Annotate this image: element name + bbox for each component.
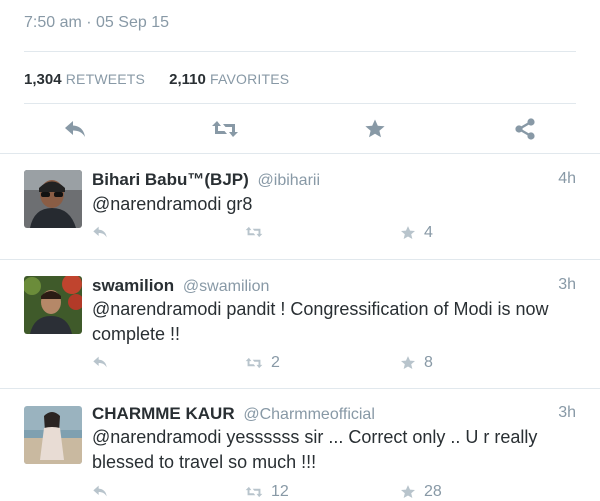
display-name[interactable]: CHARMME KAUR	[92, 404, 235, 423]
reply-text: @narendramodi gr8	[92, 194, 253, 214]
retweet-button[interactable]: 12	[245, 483, 289, 501]
retweet-button[interactable]	[209, 114, 241, 144]
favorite-button[interactable]: 8	[400, 354, 433, 372]
favorite-button[interactable]: 4	[400, 224, 433, 242]
reply-button[interactable]	[92, 484, 108, 498]
divider	[24, 51, 576, 52]
avatar[interactable]	[24, 276, 82, 334]
reply-icon	[93, 356, 107, 368]
display-name[interactable]: Bihari Babu™(BJP)	[92, 170, 249, 189]
retweet-icon	[245, 226, 263, 238]
retweet-button[interactable]: 2	[245, 354, 280, 372]
retweets-label: RETWEETS	[65, 71, 146, 87]
favorite-icon	[401, 226, 415, 240]
favorite-count: 28	[424, 483, 442, 500]
favorite-count: 8	[424, 354, 433, 371]
avatar[interactable]	[24, 406, 82, 464]
reply-time: 3h	[558, 276, 576, 293]
favorites-count: 2,110	[169, 71, 206, 88]
reply-header: swamilion @swamilion	[92, 276, 269, 296]
reply-time: 4h	[558, 170, 576, 187]
divider	[24, 103, 576, 104]
retweet-icon	[212, 121, 238, 137]
reply-tweet[interactable]: CHARMME KAUR @Charmmeofficial 3h @narend…	[0, 389, 600, 500]
reply-text: @narendramodi pandit ! Congressification…	[92, 299, 549, 344]
retweet-icon	[245, 486, 263, 498]
reply-icon	[65, 121, 85, 137]
reply-header: Bihari Babu™(BJP) @ibiharii	[92, 170, 320, 190]
reply-button[interactable]	[92, 225, 108, 239]
reply-icon	[93, 485, 107, 497]
username[interactable]: @swamilion	[183, 278, 269, 295]
reply-button[interactable]	[59, 114, 91, 144]
retweet-count: 2	[271, 354, 280, 371]
reply-tweet[interactable]: swamilion @swamilion 3h @narendramodi pa…	[0, 260, 600, 388]
favorite-icon	[401, 485, 415, 499]
reply-button[interactable]	[92, 355, 108, 369]
favorite-count: 4	[424, 224, 433, 241]
avatar[interactable]	[24, 170, 82, 228]
share-button[interactable]	[509, 114, 541, 144]
tweet-stats: 1,304 RETWEETS 2,110 FAVORITES	[24, 71, 289, 88]
tweet-actions	[0, 114, 600, 144]
username[interactable]: @ibiharii	[258, 172, 320, 189]
reply-icon	[93, 226, 107, 238]
retweet-button[interactable]	[245, 225, 271, 239]
reply-text: @narendramodi yessssss sir ... Correct o…	[92, 427, 538, 472]
display-name[interactable]: swamilion	[92, 276, 174, 295]
reply-tweet[interactable]: Bihari Babu™(BJP) @ibiharii 4h @narendra…	[0, 154, 600, 259]
retweet-icon	[245, 357, 263, 369]
favorite-icon	[365, 119, 385, 138]
favorite-icon	[401, 356, 415, 370]
retweet-count: 12	[271, 483, 289, 500]
favorite-button[interactable]: 28	[400, 483, 442, 501]
retweets-stat[interactable]: 1,304 RETWEETS	[24, 71, 145, 88]
tweet-timestamp: 7:50 am · 05 Sep 15	[24, 14, 169, 31]
username[interactable]: @Charmmeofficial	[243, 406, 375, 423]
retweets-count: 1,304	[24, 71, 62, 88]
share-icon	[515, 118, 535, 140]
favorite-button[interactable]	[359, 114, 391, 144]
reply-time: 3h	[558, 404, 576, 421]
favorites-stat[interactable]: 2,110 FAVORITES	[169, 71, 289, 88]
favorites-label: FAVORITES	[210, 71, 290, 87]
reply-header: CHARMME KAUR @Charmmeofficial	[92, 404, 375, 424]
